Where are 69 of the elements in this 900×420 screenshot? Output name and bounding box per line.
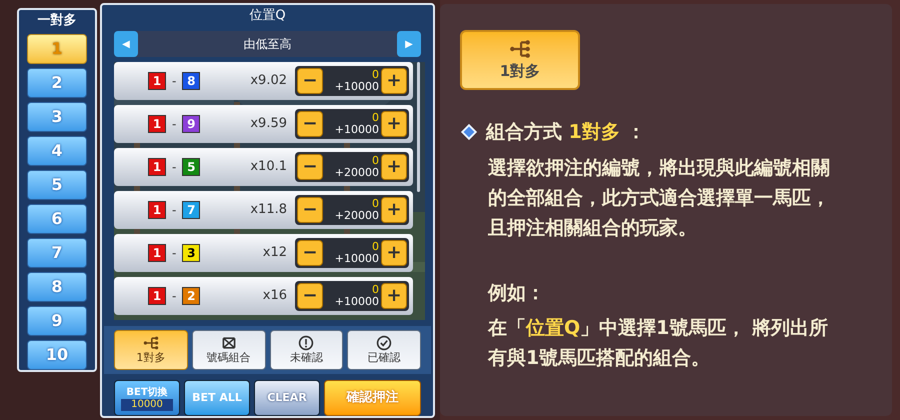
description-text: 選擇欲押注的編號，將出現與此編號相關的全部組合，此方式適合選擇單一馬匹，且押注相關組合的玩家。 [488,156,831,240]
mode-tab[interactable]: 1對多 [114,330,188,370]
minus-button[interactable]: − [297,197,323,223]
dash-text: - [172,116,176,133]
dash-text: - [172,288,176,305]
bet-amount: 0 [372,155,379,167]
checkmark-icon [376,335,392,351]
bet-amount: 0 [372,112,379,124]
number-tag: 3 [182,244,200,262]
minus-button[interactable]: − [297,154,323,180]
bet-step: +10000 [334,81,379,93]
example-text: 在「位置Q」中選擇1號馬匹， 將列出所有與1號馬匹搭配的組合。 [488,316,829,371]
bet-amount: 0 [372,241,379,253]
odds-text: x12 [262,244,287,262]
minus-button[interactable]: − [297,240,323,266]
number-tag: 8 [182,72,200,90]
plus-button[interactable]: + [381,68,407,94]
bet-switch-button[interactable]: BET切換 10000 [114,380,180,416]
number-tag: 1 [148,201,166,219]
mode-tab[interactable]: 未確認 [270,330,344,370]
bet-amount: 0 [372,69,379,81]
list-title: 一對多 [38,12,76,30]
branch-icon [507,38,533,60]
dash-text: - [172,73,176,90]
example-label: 例如： [488,280,546,306]
number-tag: 1 [148,158,166,176]
plus-button[interactable]: + [381,154,407,180]
dash-text: - [172,202,176,219]
minus-button[interactable]: − [297,111,323,137]
exclamation-icon [298,335,314,351]
bet-amount: 0 [372,284,379,296]
heading-text: 組合方式 1對多 ： [486,120,646,145]
odds-text: x9.59 [250,115,287,134]
plus-button[interactable]: + [381,240,407,266]
number-tag: 1 [148,72,166,90]
number-tag: 9 [182,115,200,133]
plus-button[interactable]: + [381,197,407,223]
bet-amount: 0 [372,198,379,210]
odds-text: x9.02 [250,72,287,90]
number-tag: 7 [182,201,200,219]
number-tag: 1 [148,115,166,133]
mode-badge: 1對多 [460,30,580,90]
number-tag: 1 [148,244,166,262]
bet-step: +10000 [334,253,379,265]
branch-icon [142,335,159,351]
odds-text: x16 [262,287,287,306]
minus-button[interactable]: − [297,283,323,309]
plus-button[interactable]: + [381,283,407,309]
number-tag: 5 [182,158,200,176]
sort-label: 由低至高 [242,36,292,53]
diamond-icon [460,123,478,142]
number-tag: 2 [182,287,200,305]
dash-text: - [172,245,176,262]
bet-step: +20000 [334,210,379,222]
mode-tab[interactable]: 已確認 [347,330,421,370]
minus-button[interactable]: − [297,68,323,94]
number-tag: 1 [148,287,166,305]
bet-step: +10000 [334,124,379,136]
plus-button[interactable]: + [381,111,407,137]
crossed-box-icon [220,335,237,351]
bet-unit-value: 10000 [121,398,173,410]
button-label: BET切換 [126,386,168,398]
bet-step: +20000 [334,167,379,179]
panel-title: 位置Q [248,7,287,25]
dash-text: - [172,159,176,176]
odds-text: x10.1 [250,158,287,176]
mode-tab[interactable]: 號碼組合 [192,330,266,370]
odds-text: x11.8 [250,201,287,220]
bet-step: +10000 [334,296,379,308]
